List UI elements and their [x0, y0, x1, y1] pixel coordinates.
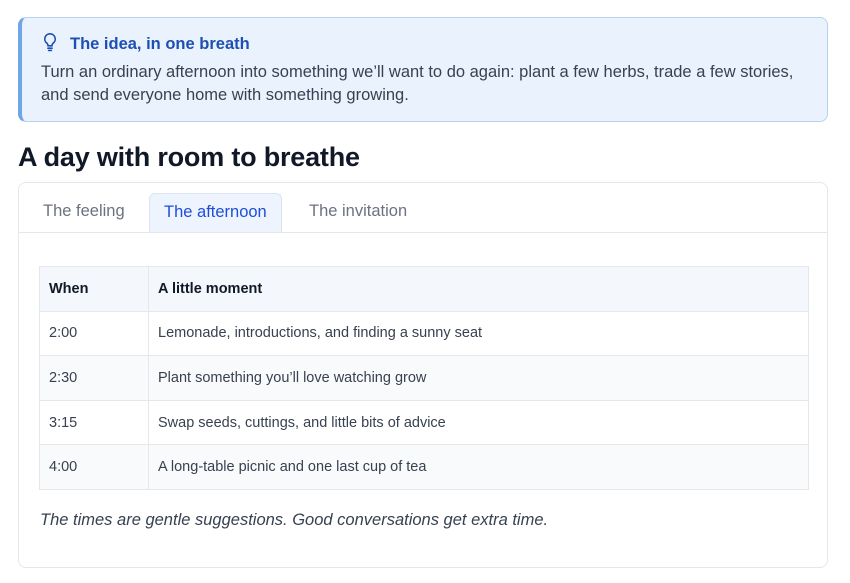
tab-the-feeling[interactable]: The feeling [29, 193, 139, 232]
cell-moment: Plant something you’ll love watching gro… [148, 355, 809, 401]
tab-the-invitation[interactable]: The invitation [295, 193, 421, 232]
callout-title: The idea, in one breath [70, 34, 250, 53]
table-header-row: When A little moment [39, 266, 809, 312]
cell-when: 2:30 [39, 355, 149, 401]
schedule-table: When A little moment 2:00 Lemonade, intr… [39, 266, 809, 490]
cell-when: 2:00 [39, 310, 149, 357]
tabs-panel: The feeling The afternoon The invitation… [18, 182, 828, 568]
cell-when: 3:15 [39, 399, 149, 446]
idea-callout: The idea, in one breath Turn an ordinary… [18, 17, 828, 122]
tab-the-afternoon[interactable]: The afternoon [149, 193, 282, 232]
table-row: 2:30 Plant something you’ll love watchin… [39, 355, 809, 401]
tab-bar: The feeling The afternoon The invitation [19, 183, 827, 233]
callout-header: The idea, in one breath [41, 32, 807, 56]
lightbulb-icon [41, 32, 70, 57]
cell-moment: Swap seeds, cuttings, and little bits of… [148, 399, 809, 446]
column-header-moment: A little moment [148, 266, 809, 312]
cell-moment: A long-table picnic and one last cup of … [148, 444, 809, 490]
schedule-note: The times are gentle suggestions. Good c… [40, 511, 549, 529]
table-row: 3:15 Swap seeds, cuttings, and little bi… [39, 399, 809, 446]
table-row: 4:00 A long-table picnic and one last cu… [39, 444, 809, 490]
cell-when: 4:00 [39, 444, 149, 490]
column-header-when: When [39, 266, 149, 312]
cell-moment: Lemonade, introductions, and finding a s… [148, 310, 809, 357]
callout-body: Turn an ordinary afternoon into somethin… [41, 63, 794, 104]
section-title: A day with room to breathe [18, 142, 360, 172]
table-row: 2:00 Lemonade, introductions, and findin… [39, 310, 809, 357]
